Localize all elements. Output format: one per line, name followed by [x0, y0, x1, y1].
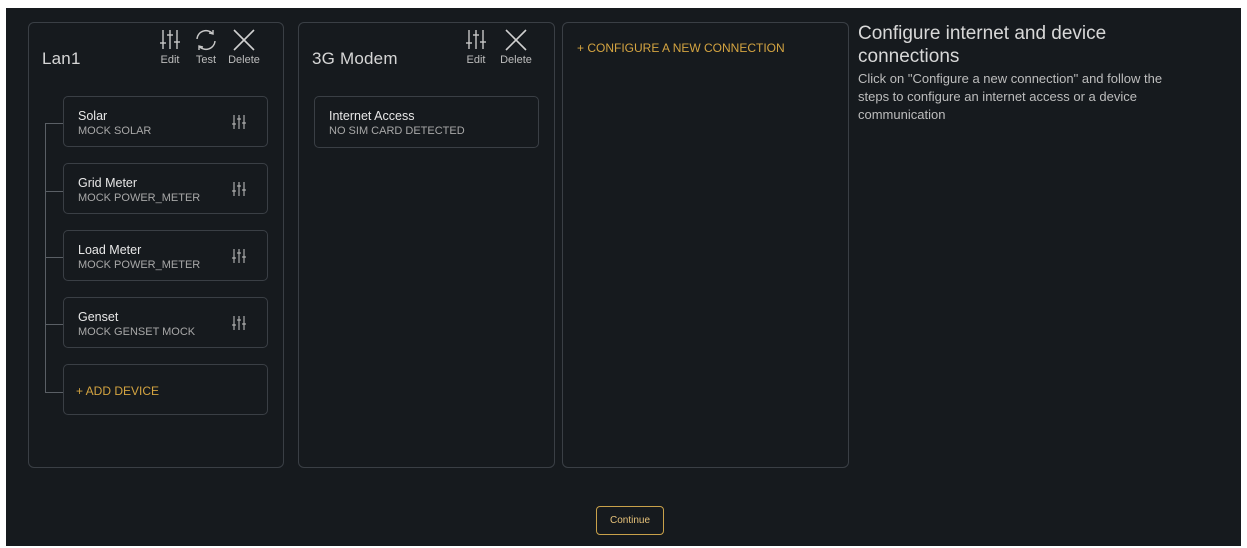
- card-status: NO SIM CARD DETECTED: [329, 125, 465, 137]
- new-connection-panel: + CONFIGURE A NEW CONNECTION: [562, 22, 849, 468]
- device-name: Load Meter: [78, 243, 142, 257]
- sliders-icon[interactable]: [231, 248, 247, 264]
- lan-title: Lan1: [42, 49, 81, 68]
- lan-actions: Edit Test Delete: [155, 27, 263, 66]
- modem-delete-button[interactable]: Delete: [497, 27, 535, 66]
- sliders-icon[interactable]: [231, 114, 247, 130]
- lan-test-button[interactable]: Test: [189, 27, 223, 66]
- device-name: Solar: [78, 109, 108, 123]
- sliders-icon: [160, 30, 180, 49]
- device-type: MOCK POWER_METER: [78, 259, 201, 271]
- device-type: MOCK POWER_METER: [78, 192, 201, 204]
- tree-branch: [45, 257, 63, 258]
- device-name: Grid Meter: [78, 176, 138, 190]
- tree-branch: [45, 191, 63, 192]
- add-device-button[interactable]: + ADD DEVICE: [63, 364, 268, 415]
- test-label: Test: [195, 54, 217, 66]
- card-name: Internet Access: [329, 109, 415, 123]
- device-card-grid-meter[interactable]: Grid Meter MOCK POWER_METER: [63, 163, 268, 214]
- lan-delete-button[interactable]: Delete: [225, 27, 263, 66]
- device-card-load-meter[interactable]: Load Meter MOCK POWER_METER: [63, 230, 268, 281]
- tree-branch: [45, 123, 63, 124]
- info-text: Click on "Configure a new connection" an…: [858, 71, 1163, 122]
- add-device-label: + ADD DEVICE: [76, 384, 160, 398]
- close-icon: [233, 29, 255, 51]
- refresh-icon: [196, 29, 216, 51]
- info-section: Configure internet and device connection…: [858, 22, 1178, 124]
- delete-label: Delete: [500, 54, 532, 66]
- close-icon: [505, 29, 527, 51]
- modem-panel: 3G Modem Edit Delete Internet Access NO …: [298, 22, 555, 468]
- sliders-icon: [466, 30, 486, 49]
- device-card-solar[interactable]: Solar MOCK SOLAR: [63, 96, 268, 147]
- configure-new-connection-link[interactable]: + CONFIGURE A NEW CONNECTION: [577, 41, 785, 55]
- edit-label: Edit: [466, 54, 486, 66]
- sliders-icon[interactable]: [231, 181, 247, 197]
- modem-edit-button[interactable]: Edit: [461, 27, 491, 66]
- device-type: MOCK SOLAR: [78, 125, 152, 137]
- tree-branch: [45, 324, 63, 325]
- internet-access-card[interactable]: Internet Access NO SIM CARD DETECTED: [314, 96, 539, 148]
- lan-edit-button[interactable]: Edit: [155, 27, 185, 66]
- tree-branch: [45, 392, 63, 393]
- modem-title: 3G Modem: [312, 49, 398, 68]
- info-title: Configure internet and device connection…: [858, 23, 1107, 67]
- sliders-icon[interactable]: [231, 315, 247, 331]
- edit-label: Edit: [160, 54, 180, 66]
- delete-label: Delete: [228, 54, 260, 66]
- lan-panel: Lan1 Edit Test Delete Solar MOCK SOLAR G…: [28, 22, 284, 468]
- app-window: Lan1 Edit Test Delete Solar MOCK SOLAR G…: [6, 8, 1241, 546]
- continue-button[interactable]: Continue: [596, 506, 664, 535]
- device-type: MOCK GENSET MOCK: [78, 326, 196, 338]
- device-name: Genset: [78, 310, 119, 324]
- modem-actions: Edit Delete: [461, 27, 535, 66]
- device-card-genset[interactable]: Genset MOCK GENSET MOCK: [63, 297, 268, 348]
